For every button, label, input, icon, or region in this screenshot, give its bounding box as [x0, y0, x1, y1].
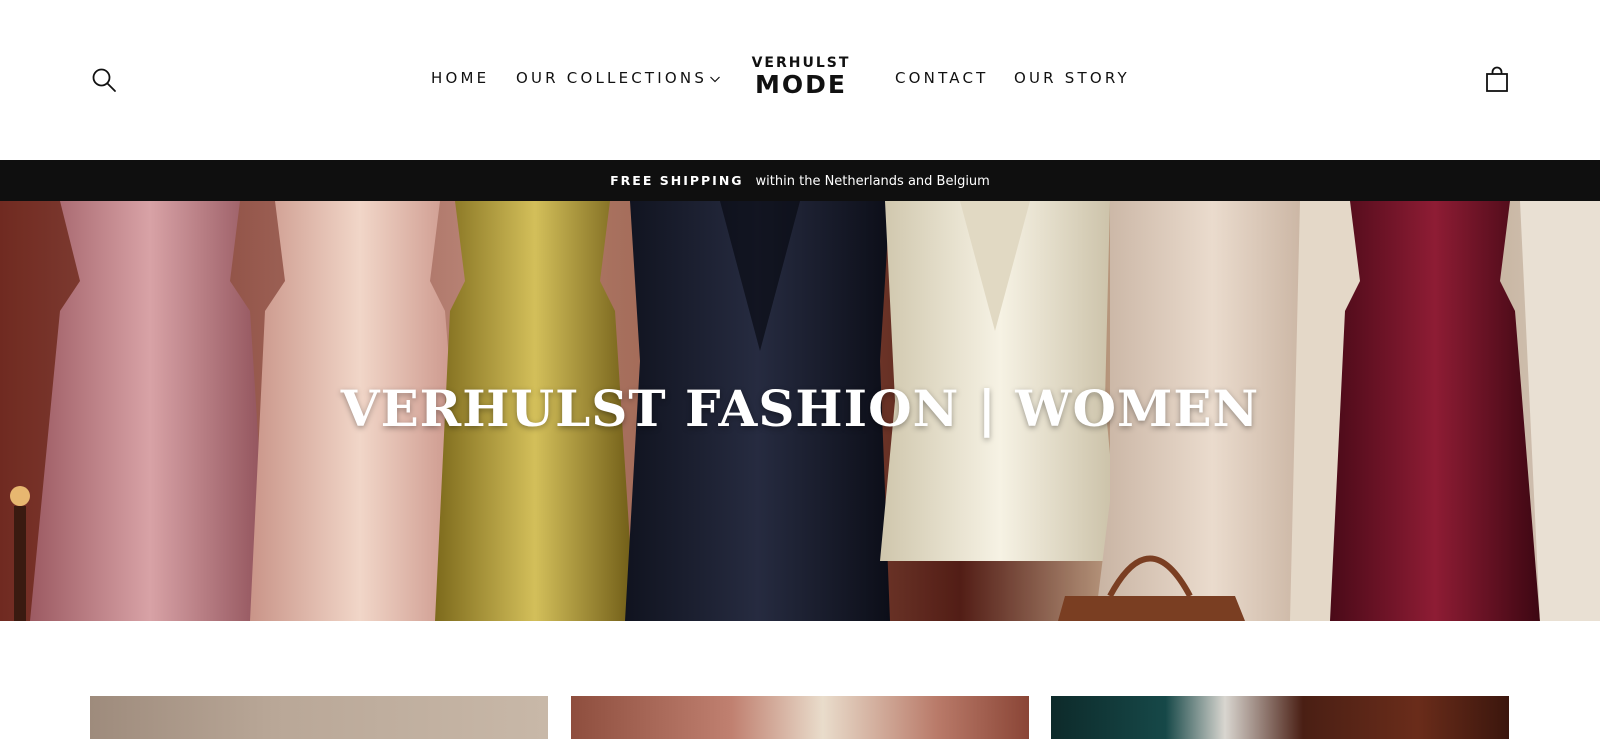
search-button[interactable]: [90, 66, 118, 94]
site-logo[interactable]: VERHULST MODE: [740, 55, 862, 99]
nav-contact[interactable]: CONTACT: [895, 69, 989, 87]
cart-button[interactable]: [1483, 66, 1511, 94]
logo-bottom-text: MODE: [755, 70, 847, 99]
collection-tile-3[interactable]: [1051, 696, 1509, 739]
nav-our-story[interactable]: OUR STORY: [1014, 69, 1130, 87]
collection-tile-1[interactable]: [90, 696, 548, 739]
collection-tile-2[interactable]: [571, 696, 1029, 739]
search-icon: [92, 68, 116, 92]
bag-icon: [1486, 66, 1508, 92]
hero-banner[interactable]: VERHULST FASHION | WOMEN: [0, 201, 1600, 621]
nav-home[interactable]: HOME: [431, 69, 489, 87]
site-header: HOME OUR COLLECTIONS VERHULST MODE CONTA…: [0, 0, 1600, 160]
announcement-text: within the Netherlands and Belgium: [755, 174, 990, 189]
nav-our-collections[interactable]: OUR COLLECTIONS: [516, 69, 721, 87]
announcement-highlight: FREE SHIPPING: [610, 173, 744, 188]
nav-our-collections-label: OUR COLLECTIONS: [516, 69, 708, 87]
chevron-down-icon: [709, 71, 721, 83]
announcement-bar: FREE SHIPPING within the Netherlands and …: [0, 160, 1600, 201]
hero-title: VERHULST FASHION | WOMEN: [340, 379, 1260, 438]
logo-top-text: VERHULST: [751, 55, 851, 71]
